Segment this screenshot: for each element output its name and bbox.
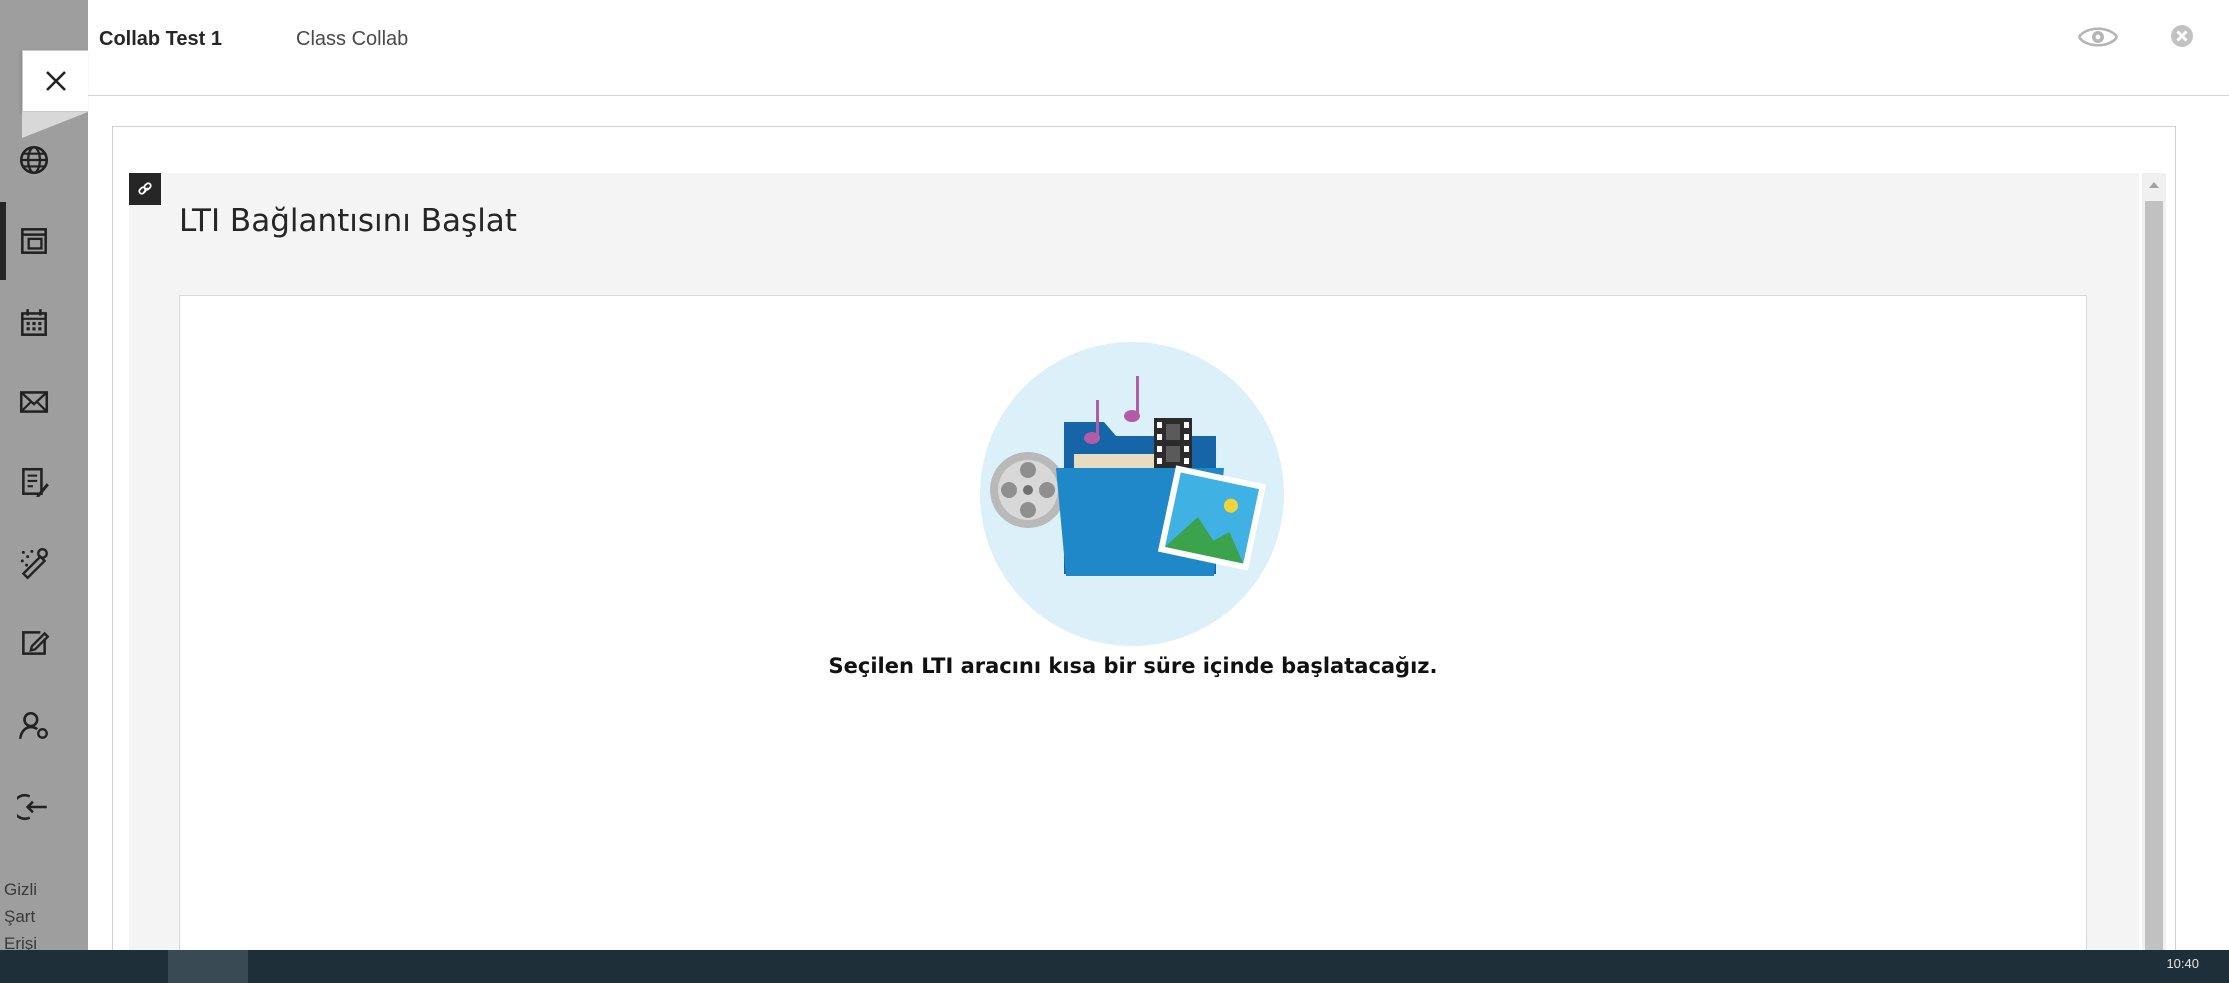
scrollbar-thumb[interactable] (2145, 201, 2163, 951)
close-circle-icon[interactable] (2168, 22, 2196, 50)
terms-link[interactable]: Şart (4, 903, 37, 930)
taskbar-app-button[interactable] (168, 950, 248, 983)
close-tab-fold (22, 112, 88, 138)
mail-icon[interactable] (14, 382, 54, 422)
visibility-icon[interactable] (2076, 22, 2120, 52)
picture-icon (1157, 465, 1267, 571)
vertical-scrollbar[interactable] (2142, 173, 2166, 951)
globe-icon[interactable] (14, 140, 54, 180)
panel-header: Collab Test 1 Class Collab (88, 0, 2229, 96)
media-folder-illustration (980, 342, 1284, 646)
edit-icon[interactable] (14, 623, 54, 663)
rail-footer-links: Gizli Şart Erişi (4, 876, 37, 957)
logout-icon[interactable] (14, 787, 54, 827)
film-reel-icon (990, 452, 1066, 528)
course-icon[interactable] (14, 221, 54, 261)
link-icon (129, 173, 161, 205)
os-taskbar: 10:40 (0, 950, 2229, 983)
profile-icon[interactable] (14, 706, 54, 746)
lti-launch-title: LTI Bağlantısını Başlat (179, 203, 517, 239)
scroll-up-arrow-icon[interactable] (2142, 173, 2166, 197)
tools-icon[interactable] (14, 543, 54, 583)
course-title: Collab Test 1 (99, 28, 222, 50)
peek-panel: Collab Test 1 Class Collab LTI Bağlantıs… (88, 0, 2229, 951)
grades-icon[interactable] (14, 462, 54, 502)
rail-active-indicator (0, 202, 6, 280)
close-icon (45, 71, 66, 91)
privacy-link[interactable]: Gizli (4, 876, 37, 903)
close-panel-button[interactable] (22, 50, 88, 112)
lti-frame: LTI Bağlantısını Başlat Seçilen LTI arac… (112, 126, 2176, 951)
taskbar-clock: 10:40 (2166, 956, 2199, 971)
calendar-icon[interactable] (14, 303, 54, 343)
tool-name: Class Collab (296, 28, 409, 50)
lti-launch-container: LTI Bağlantısını Başlat Seçilen LTI arac… (129, 173, 2139, 951)
launch-status-message: Seçilen LTI aracını kısa bir süre içinde… (828, 654, 1438, 678)
lti-content-box: Seçilen LTI aracını kısa bir süre içinde… (179, 295, 2087, 951)
